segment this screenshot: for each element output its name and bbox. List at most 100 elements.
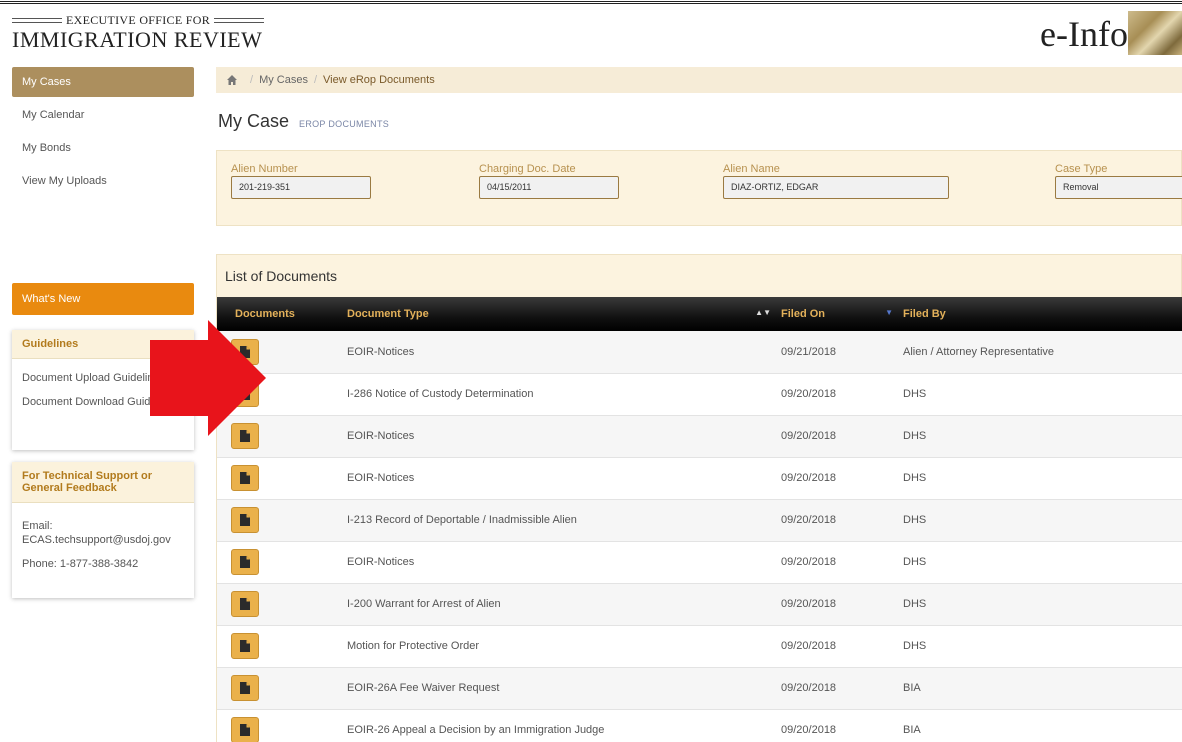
support-email[interactable]: ECAS.techsupport@usdoj.gov <box>22 534 171 546</box>
cell-document-type: I-200 Warrant for Arrest of Alien <box>347 598 501 610</box>
cell-document-type: Motion for Protective Order <box>347 640 480 652</box>
breadcrumb: / My Cases / View eRop Documents <box>216 67 1182 93</box>
breadcrumb-current: View eRop Documents <box>323 74 435 86</box>
cell-filed-by: DHS <box>903 598 927 610</box>
sort-icon[interactable]: ▲▼ <box>755 308 771 317</box>
cell-document <box>217 625 337 667</box>
cell-filed-by: BIA <box>903 682 921 694</box>
cell-filed-by: DHS <box>903 556 927 568</box>
document-icon <box>240 598 250 610</box>
cell-filed-on: 09/20/2018 <box>781 598 837 610</box>
table-row[interactable]: EOIR-26 Appeal a Decision by an Immigrat… <box>217 709 1182 742</box>
cell-filed-on: 09/20/2018 <box>781 682 837 694</box>
table-row[interactable]: I-286 Notice of Custody Determination 09/… <box>217 373 1182 415</box>
document-button[interactable] <box>231 507 259 533</box>
cell-filed-on: 09/20/2018 <box>781 472 837 484</box>
document-icon <box>240 556 250 568</box>
cell-document-type: EOIR-Notices <box>347 472 415 484</box>
cell-filed-by: Alien / Attorney Representative <box>903 345 1055 358</box>
case-type-value: Removal <box>1055 176 1182 199</box>
col-filed-by[interactable]: Filed By <box>903 297 1182 331</box>
cell-document-type: EOIR-Notices <box>347 556 415 568</box>
document-button[interactable] <box>231 675 259 701</box>
document-icon <box>240 724 250 736</box>
table-row[interactable]: EOIR-Notices 09/21/2018 Alien / Attorney R… <box>217 331 1182 373</box>
document-button[interactable] <box>231 717 259 742</box>
case-type-field: Case Type Removal <box>1055 163 1182 199</box>
alien-name-value: DIAZ-ORTIZ, EDGAR <box>723 176 949 199</box>
logo-main-text: IMMIGRATION REVIEW <box>12 27 263 52</box>
col-document-type[interactable]: Document Type ▲▼ <box>337 297 781 331</box>
cell-filed-on: 09/20/2018 <box>781 514 837 526</box>
cell-filed-on: 09/20/2018 <box>781 556 837 568</box>
document-icon <box>240 682 250 694</box>
document-icon <box>240 514 250 526</box>
site-header: EXECUTIVE OFFICE FOR IMMIGRATION REVIEW … <box>0 5 1182 60</box>
app-title: e-Info <box>1040 14 1128 54</box>
support-panel: For Technical Support or General Feedbac… <box>12 462 194 598</box>
table-row[interactable]: EOIR-Notices 09/20/2018 DHS <box>217 415 1182 457</box>
cell-document <box>217 709 337 742</box>
charging-date-field: Charging Doc. Date 04/15/2011 <box>479 163 619 199</box>
cell-filed-by: DHS <box>903 472 927 484</box>
cell-document-type: EOIR-Notices <box>347 430 415 442</box>
document-button[interactable] <box>231 591 259 617</box>
header-image <box>1128 11 1182 55</box>
table-row[interactable]: I-213 Record of Deportable / Inadmissibl… <box>217 499 1182 541</box>
cell-document-type: EOIR-Notices <box>347 345 415 358</box>
main-content: / My Cases / View eRop Documents My Case… <box>216 67 1182 742</box>
breadcrumb-my-cases[interactable]: My Cases <box>259 74 308 86</box>
page-title: My Case EROP DOCUMENTS <box>218 111 390 131</box>
sidebar-item-my-cases[interactable]: My Cases <box>12 67 194 97</box>
cell-document <box>217 541 337 583</box>
cell-document-type: I-286 Notice of Custody Determination <box>347 388 534 400</box>
home-icon[interactable] <box>226 74 238 86</box>
cell-filed-by: DHS <box>903 640 927 652</box>
cell-document <box>217 667 337 709</box>
support-email-label: Email: <box>22 520 53 532</box>
sidebar-item-view-my-uploads[interactable]: View My Uploads <box>12 166 194 196</box>
cell-filed-on: 09/20/2018 <box>781 388 837 400</box>
sort-desc-icon[interactable]: ▼ <box>885 308 893 317</box>
documents-table: Documents Document Type ▲▼ Filed On ▼ File… <box>217 297 1182 742</box>
table-header-row: Documents Document Type ▲▼ Filed On ▼ File… <box>217 297 1182 331</box>
col-filed-on[interactable]: Filed On ▼ <box>781 297 903 331</box>
alien-number-value: 201-219-351 <box>231 176 371 199</box>
red-arrow-annotation <box>150 320 266 436</box>
support-phone: Phone: 1-877-388-3842 <box>22 558 139 570</box>
documents-table-body: EOIR-Notices 09/21/2018 Alien / Attorney R… <box>217 331 1182 742</box>
table-row[interactable]: I-200 Warrant for Arrest of Alien 09/20/2… <box>217 583 1182 625</box>
table-row[interactable]: EOIR-Notices 09/20/2018 DHS <box>217 457 1182 499</box>
cell-filed-on: 09/20/2018 <box>781 430 837 442</box>
case-info-panel: Alien Number 201-219-351 Charging Doc. D… <box>216 150 1182 226</box>
document-button[interactable] <box>231 633 259 659</box>
whats-new-button[interactable]: What's New <box>12 283 194 315</box>
cell-document <box>217 499 337 541</box>
cell-filed-by: BIA <box>903 724 921 736</box>
support-title: For Technical Support or General Feedbac… <box>12 462 194 503</box>
cell-document <box>217 583 337 625</box>
cell-document-type: EOIR-26 Appeal a Decision by an Immigrat… <box>347 724 605 736</box>
cell-filed-on: 09/20/2018 <box>781 640 837 652</box>
documents-title: List of Documents <box>217 255 1181 297</box>
sidebar-item-my-calendar[interactable]: My Calendar <box>12 100 194 130</box>
table-row[interactable]: EOIR-26A Fee Waiver Request 09/20/2018 BIA <box>217 667 1182 709</box>
cell-document <box>217 457 337 499</box>
document-button[interactable] <box>231 465 259 491</box>
table-row[interactable]: EOIR-Notices 09/20/2018 DHS <box>217 541 1182 583</box>
document-icon <box>240 640 250 652</box>
sidebar-nav: My Cases My Calendar My Bonds View My Up… <box>12 67 194 199</box>
documents-panel: List of Documents Documents Document Typ… <box>216 254 1182 742</box>
eoir-logo[interactable]: EXECUTIVE OFFICE FOR IMMIGRATION REVIEW <box>12 13 268 53</box>
document-button[interactable] <box>231 549 259 575</box>
cell-document-type: EOIR-26A Fee Waiver Request <box>347 682 500 694</box>
sidebar-item-my-bonds[interactable]: My Bonds <box>12 133 194 163</box>
cell-filed-on: 09/21/2018 <box>781 345 837 358</box>
cell-filed-on: 09/20/2018 <box>781 724 837 736</box>
alien-number-field: Alien Number 201-219-351 <box>231 163 371 199</box>
cell-filed-by: DHS <box>903 388 927 400</box>
cell-document-type: I-213 Record of Deportable / Inadmissibl… <box>347 514 577 526</box>
cell-filed-by: DHS <box>903 514 927 526</box>
page-subtitle: EROP DOCUMENTS <box>299 119 390 129</box>
table-row[interactable]: Motion for Protective Order 09/20/2018 DHS <box>217 625 1182 667</box>
